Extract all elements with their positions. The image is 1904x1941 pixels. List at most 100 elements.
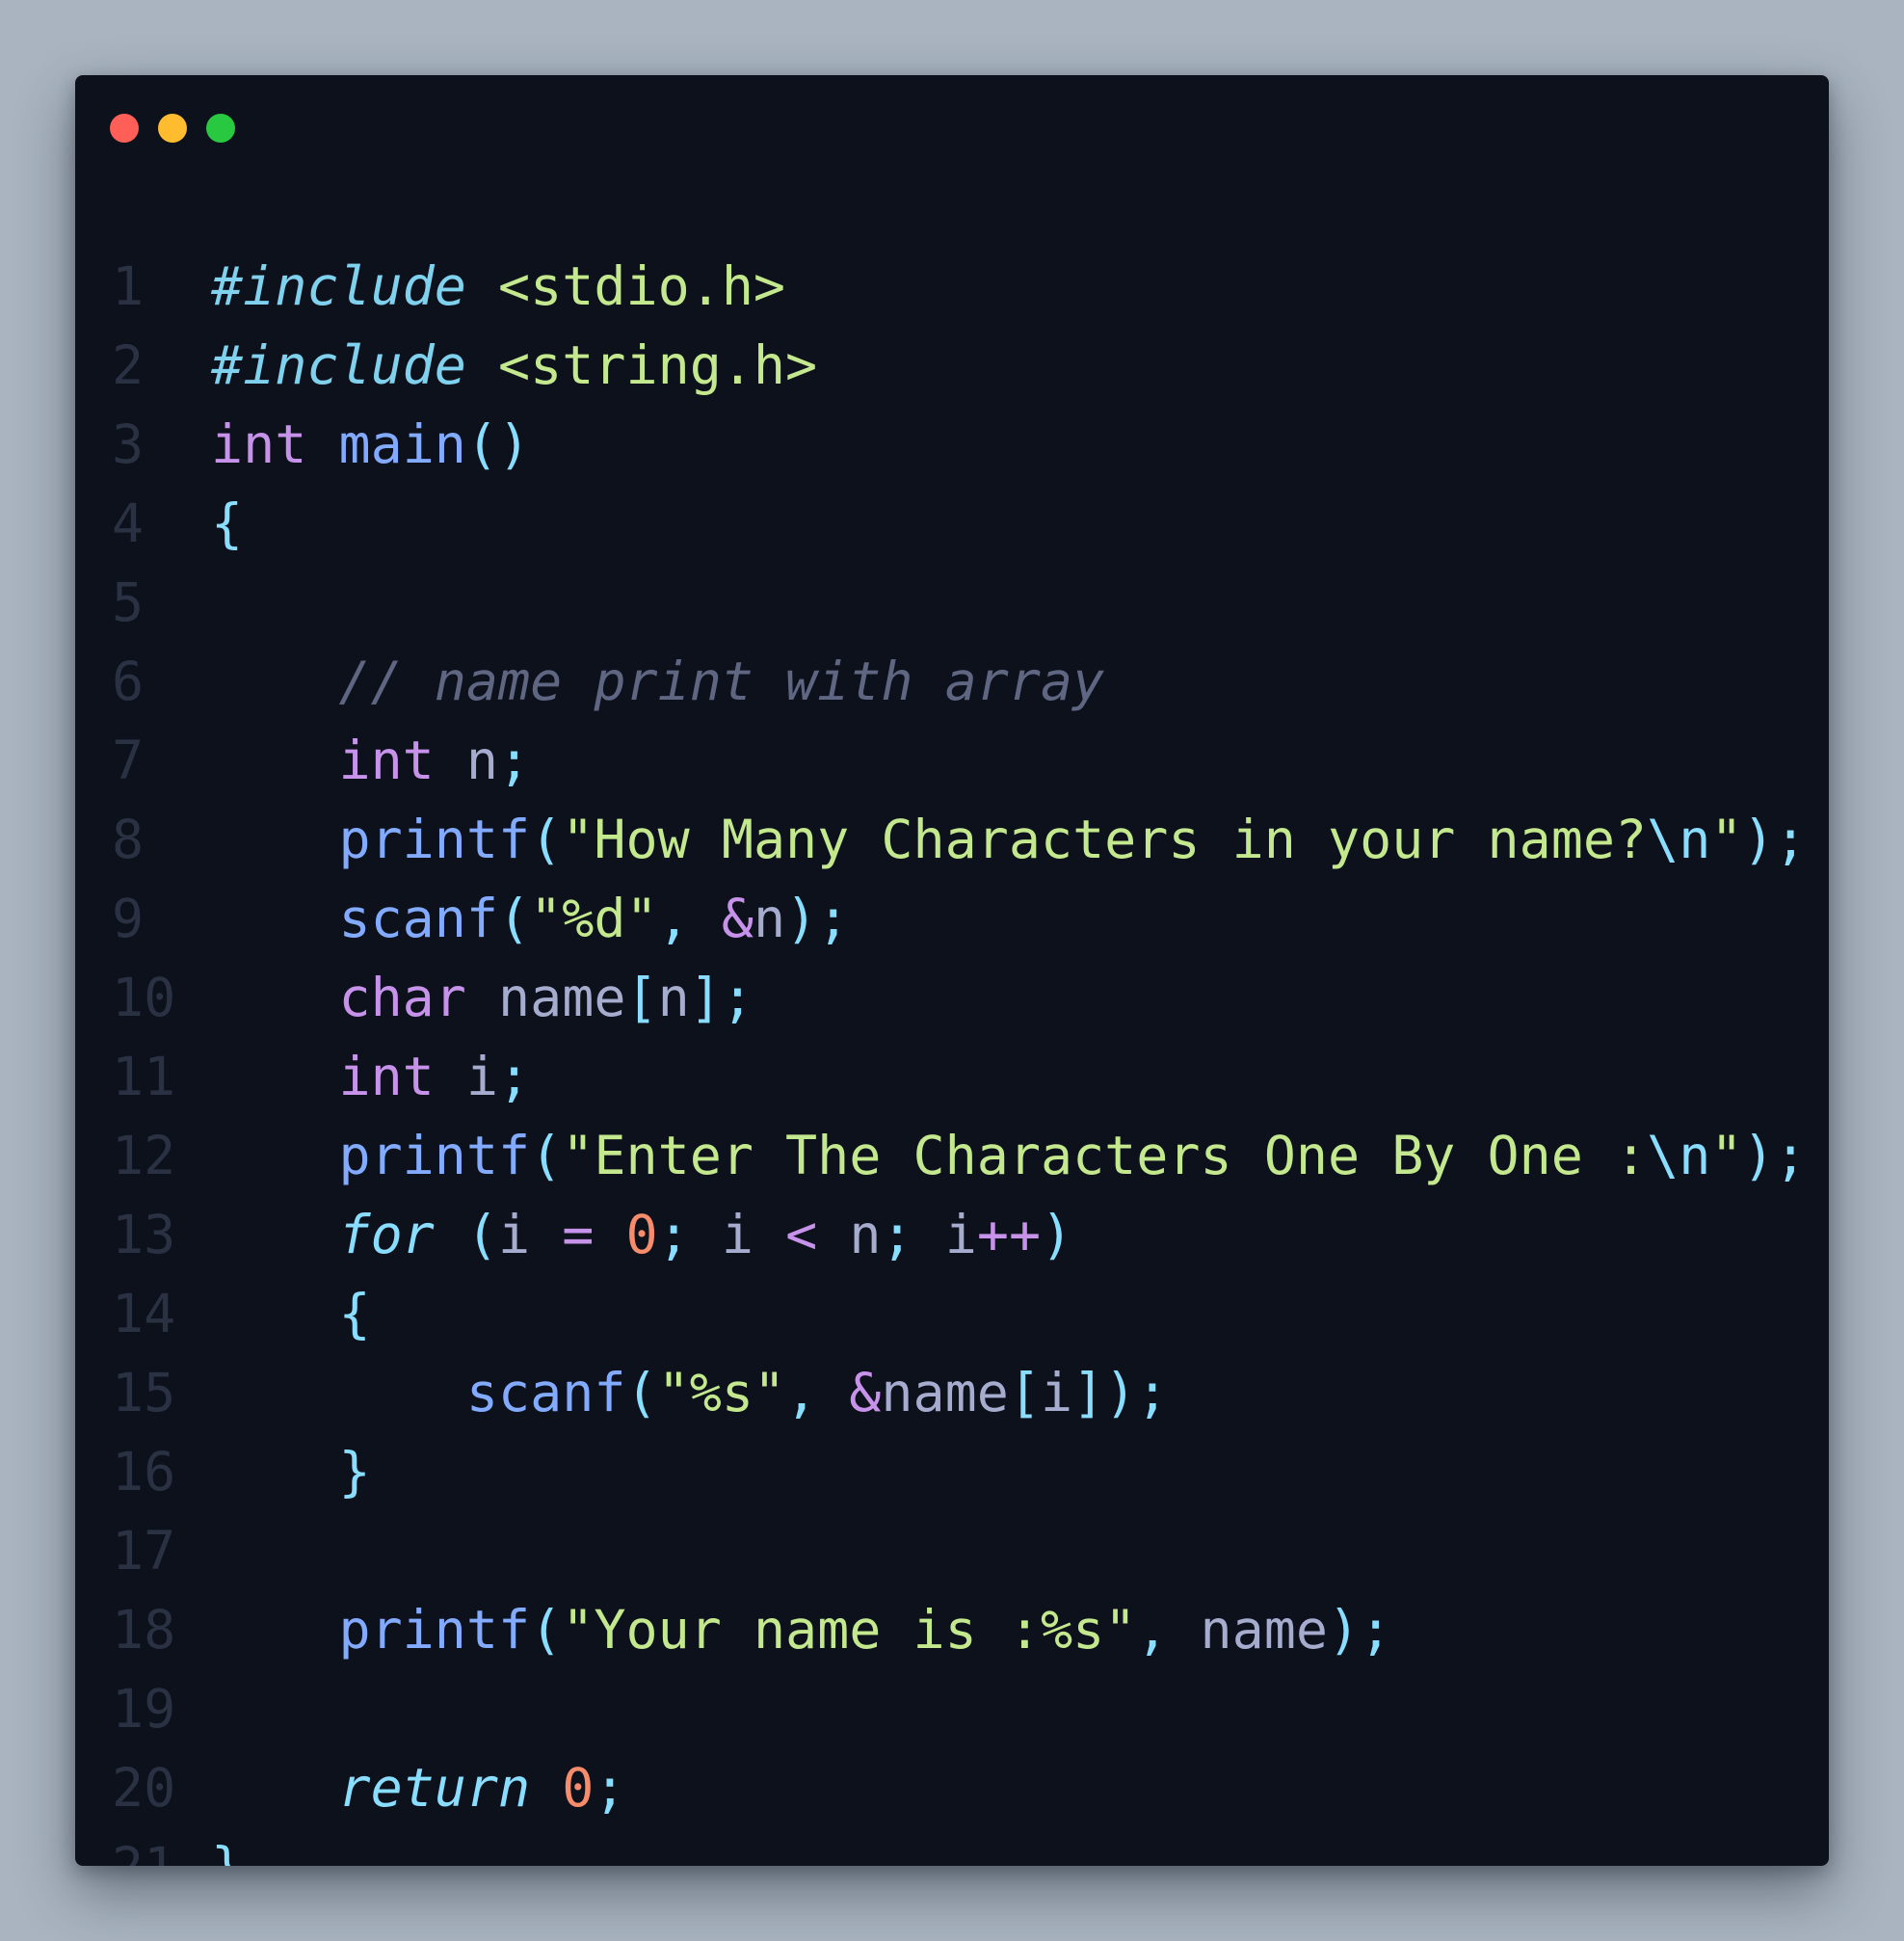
line-number: 14 [112, 1283, 176, 1344]
code-token: i [465, 1046, 499, 1107]
code-text: } [211, 1827, 243, 1866]
code-text: scanf("%s", &name[i]); [211, 1353, 1169, 1432]
code-token: #include [211, 255, 466, 317]
code-token: ]); [1072, 1362, 1169, 1423]
code-text: return 0; [211, 1748, 626, 1827]
code-text: { [211, 484, 243, 563]
code-token: = [562, 1204, 595, 1265]
code-text: printf("Enter The Characters One By One … [211, 1116, 1807, 1195]
code-token: ); [1742, 1125, 1807, 1186]
line-number: 8 [112, 809, 145, 870]
code-token: <string.h> [498, 334, 818, 396]
line-number: 21 [112, 1827, 175, 1866]
line-number: 2 [112, 334, 145, 396]
code-token: & [849, 1362, 882, 1423]
code-token: "Enter The Characters One By One : [562, 1125, 1648, 1186]
code-token: ( [530, 809, 563, 870]
code-token: ( [465, 1204, 499, 1265]
code-token: < [785, 1204, 818, 1265]
line-number: 6 [112, 651, 145, 712]
code-token: 0 [625, 1204, 658, 1265]
line-number: 15 [112, 1362, 176, 1423]
window-controls [110, 114, 235, 143]
code-token: } [338, 1441, 371, 1502]
code-token: main [338, 413, 466, 475]
close-button[interactable] [110, 114, 139, 143]
code-token: ) [1041, 1204, 1073, 1265]
code-token: // name print with array [338, 651, 1105, 712]
code-token: char [338, 967, 466, 1028]
code-token: ; [594, 1757, 626, 1819]
code-token: int [338, 730, 435, 791]
line-number: 4 [112, 492, 145, 554]
code-token: [ [1008, 1362, 1041, 1423]
code-token: n [753, 888, 786, 949]
maximize-button[interactable] [206, 114, 235, 143]
code-token: ; [498, 1046, 531, 1107]
code-token: ( [625, 1362, 658, 1423]
line-number: 19 [112, 1678, 176, 1740]
code-text: int i; [211, 1037, 530, 1116]
code-token: n [465, 730, 499, 791]
code-token: " [1710, 809, 1743, 870]
code-token: int [211, 413, 307, 475]
code-token: { [338, 1283, 371, 1344]
code-token: ; [498, 730, 531, 791]
code-text: printf("How Many Characters in your name… [211, 800, 1806, 879]
line-number: 17 [112, 1520, 176, 1582]
code-text: } [211, 1432, 371, 1511]
line-number: 9 [112, 888, 145, 949]
code-token: ]; [689, 967, 754, 1028]
code-text: printf("Your name is :%s", name); [211, 1590, 1391, 1669]
code-token: \n [1647, 1125, 1711, 1186]
code-token: printf [338, 1125, 531, 1186]
minimize-button[interactable] [158, 114, 187, 143]
code-token: <stdio.h> [498, 255, 786, 317]
code-text: scanf("%d", &n); [211, 879, 849, 958]
code-token: name [881, 1362, 1009, 1423]
code-token: i [1041, 1362, 1073, 1423]
code-token: scanf [338, 888, 499, 949]
code-token: & [721, 888, 754, 949]
code-token: ; [657, 1204, 722, 1265]
code-text: #include <string.h> [211, 326, 817, 405]
code-token: printf [338, 1599, 531, 1661]
code-token: #include [211, 334, 466, 396]
code-token: , [785, 1362, 850, 1423]
code-text: int main() [211, 405, 530, 484]
code-token: \n [1647, 809, 1711, 870]
line-number: 13 [112, 1204, 176, 1265]
code-token: ++ [976, 1204, 1042, 1265]
line-number: 16 [112, 1441, 176, 1502]
code-token: ); [785, 888, 850, 949]
code-token: name [498, 967, 626, 1028]
code-token: ; [881, 1204, 945, 1265]
code-token: [ [625, 967, 658, 1028]
code-token: ( [530, 1125, 563, 1186]
code-text: char name[n]; [211, 958, 754, 1037]
line-number: 20 [112, 1757, 176, 1819]
line-number: 5 [112, 572, 145, 633]
code-text: { [211, 1274, 371, 1353]
code-token: int [338, 1046, 435, 1107]
line-number: 12 [112, 1125, 176, 1186]
code-token: n [657, 967, 690, 1028]
line-number: 1 [112, 255, 145, 317]
code-token: , [657, 888, 722, 949]
